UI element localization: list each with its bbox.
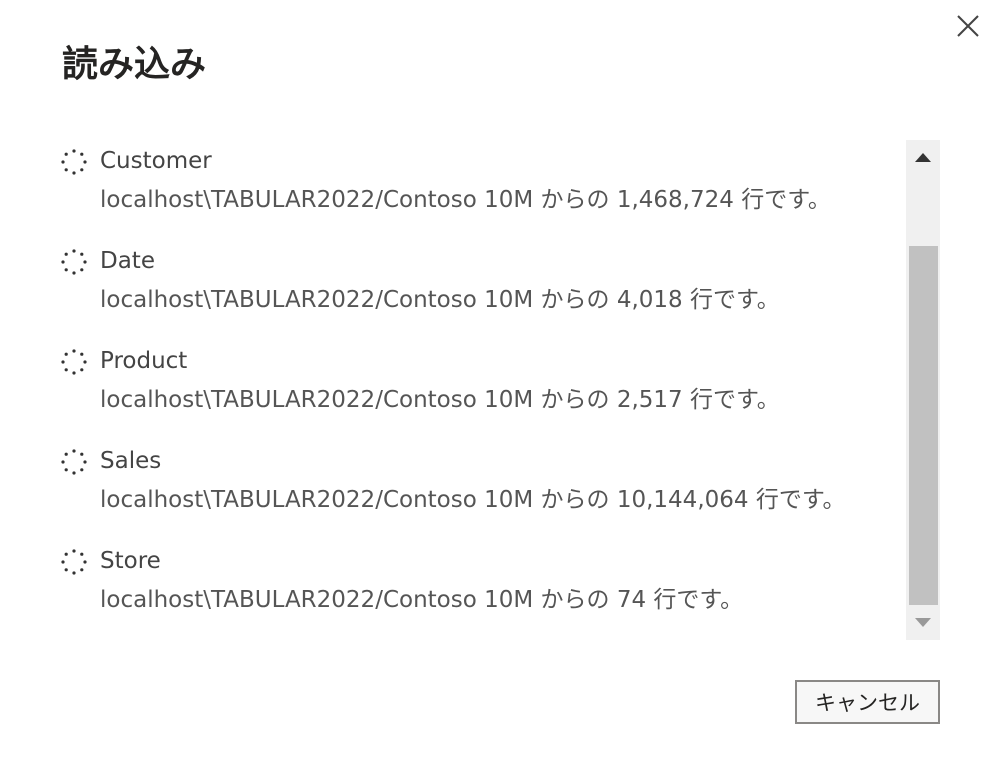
cancel-button[interactable]: キャンセル — [795, 680, 940, 724]
scroll-up-button[interactable] — [906, 140, 940, 176]
list-item: Product localhost\TABULAR2022/Contoso 10… — [56, 340, 902, 440]
triangle-down-icon — [915, 618, 931, 627]
row-count-text: localhost\TABULAR2022/Contoso 10M からの 74… — [100, 587, 744, 613]
list-item: Customer localhost\TABULAR2022/Contoso 1… — [56, 140, 902, 240]
loading-spinner-icon — [61, 549, 87, 575]
list-item: Date localhost\TABULAR2022/Contoso 10M か… — [56, 240, 902, 340]
list-item: Sales localhost\TABULAR2022/Contoso 10M … — [56, 440, 902, 540]
loading-spinner-icon — [61, 349, 87, 375]
dialog-title: 読み込み — [62, 44, 207, 85]
table-name: Date — [100, 248, 155, 274]
list-item: Store localhost\TABULAR2022/Contoso 10M … — [56, 540, 902, 638]
load-dialog: 読み込み Customer localhost\TABULAR2022/Cont… — [0, 0, 1000, 776]
row-count-text: localhost\TABULAR2022/Contoso 10M からの 1,… — [100, 187, 831, 213]
triangle-up-icon — [915, 153, 931, 162]
loading-spinner-icon — [61, 449, 87, 475]
table-name: Product — [100, 348, 188, 374]
scrollbar-thumb[interactable] — [909, 246, 938, 605]
loading-spinner-icon — [61, 149, 87, 175]
table-name: Store — [100, 548, 161, 574]
scroll-down-button[interactable] — [906, 606, 940, 640]
table-name: Customer — [100, 148, 212, 174]
vertical-scrollbar[interactable] — [906, 140, 940, 640]
row-count-text: localhost\TABULAR2022/Contoso 10M からの 2,… — [100, 387, 780, 413]
row-count-text: localhost\TABULAR2022/Contoso 10M からの 4,… — [100, 287, 780, 313]
loading-spinner-icon — [61, 249, 87, 275]
row-count-text: localhost\TABULAR2022/Contoso 10M からの 10… — [100, 487, 846, 513]
close-button[interactable] — [950, 8, 986, 44]
table-name: Sales — [100, 448, 162, 474]
close-icon — [957, 15, 979, 37]
load-progress-list: Customer localhost\TABULAR2022/Contoso 1… — [56, 140, 902, 638]
